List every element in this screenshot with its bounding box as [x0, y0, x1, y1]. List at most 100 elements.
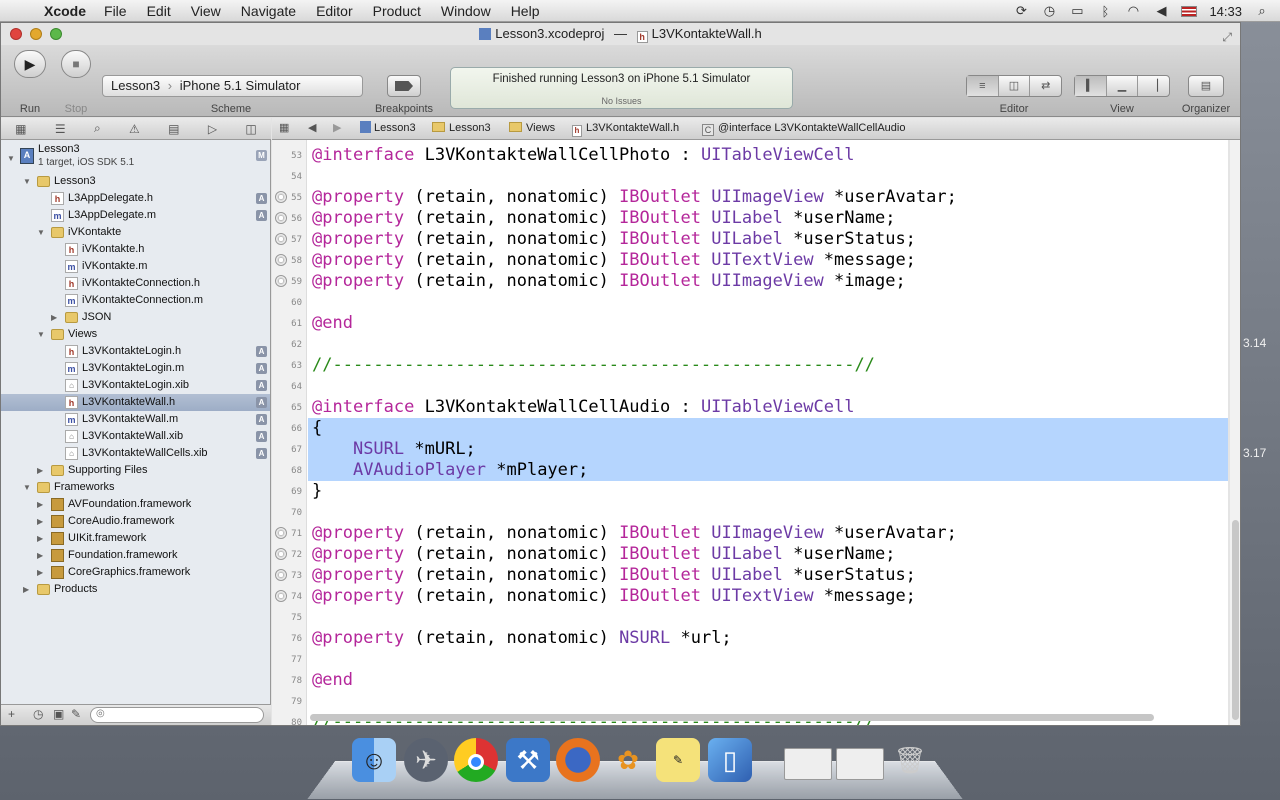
navigator-item[interactable]: ⌂ L3VKontakteWall.xib A: [1, 428, 270, 445]
navigator-item[interactable]: ▶ Foundation.framework: [1, 547, 270, 564]
disclosure-closed-icon[interactable]: ▶: [37, 530, 43, 547]
standard-editor-icon[interactable]: ≡: [967, 76, 999, 96]
disclosure-closed-icon[interactable]: ▶: [37, 462, 43, 479]
code-line-59[interactable]: @property (retain, nonatomic) IBOutlet U…: [312, 271, 906, 292]
chrome-icon[interactable]: [454, 738, 498, 782]
unsaved-files-icon[interactable]: ▣: [53, 707, 64, 721]
navigator-item[interactable]: ▼ Lesson3: [1, 173, 270, 190]
crumb-symbol[interactable]: C @interface L3VKontakteWallCellAudio: [702, 118, 905, 139]
navigator-item[interactable]: ▼ Frameworks: [1, 479, 270, 496]
code-line-53[interactable]: @interface L3VKontakteWallCellPhoto : UI…: [312, 145, 854, 166]
navigator-item[interactable]: ⌂ L3VKontakteLogin.xib A: [1, 377, 270, 394]
outlet-connection-icon[interactable]: [275, 548, 287, 560]
forward-arrow-icon[interactable]: ▶: [333, 118, 341, 139]
disclosure-closed-icon[interactable]: ▶: [37, 513, 43, 530]
disclosure-closed-icon[interactable]: ▶: [37, 564, 43, 581]
disclosure-open-icon[interactable]: ▼: [23, 173, 31, 190]
navigator-item[interactable]: m L3VKontakteWall.m A: [1, 411, 270, 428]
navigator-item[interactable]: m L3AppDelegate.m A: [1, 207, 270, 224]
navigator-item[interactable]: ▶ JSON: [1, 309, 270, 326]
code-line-72[interactable]: @property (retain, nonatomic) IBOutlet U…: [312, 544, 895, 565]
crumb-file[interactable]: h L3VKontakteWall.h: [572, 118, 679, 139]
symbol-navigator-icon[interactable]: ☰: [55, 122, 66, 136]
zoom-window-button[interactable]: [50, 28, 62, 40]
outlet-connection-icon[interactable]: [275, 233, 287, 245]
navigator-item[interactable]: h L3VKontakteWall.h A: [1, 394, 270, 411]
navigator-item[interactable]: h iVKontakte.h: [1, 241, 270, 258]
ios-simulator-icon[interactable]: ▯: [708, 738, 752, 782]
xcode-icon[interactable]: ⚒: [506, 738, 550, 782]
breakpoint-navigator-icon[interactable]: ▷: [208, 122, 217, 136]
firefox-icon[interactable]: [556, 738, 600, 782]
navigator-item[interactable]: ▶ AVFoundation.framework: [1, 496, 270, 513]
breakpoints-button[interactable]: [387, 75, 421, 97]
code-line-63[interactable]: //--------------------------------------…: [312, 355, 875, 376]
back-arrow-icon[interactable]: ◀: [308, 118, 316, 139]
outlet-connection-icon[interactable]: [275, 590, 287, 602]
editor-vertical-scrollbar[interactable]: [1230, 140, 1240, 725]
time-machine-icon[interactable]: ◷: [1041, 3, 1057, 19]
disclosure-closed-icon[interactable]: ▶: [37, 547, 43, 564]
navigator-item[interactable]: h L3VKontakteLogin.h A: [1, 343, 270, 360]
menu-clock[interactable]: 14:33: [1209, 4, 1242, 19]
code-line-71[interactable]: @property (retain, nonatomic) IBOutlet U…: [312, 523, 957, 544]
menu-help[interactable]: Help: [511, 3, 540, 19]
code-line-73[interactable]: @property (retain, nonatomic) IBOutlet U…: [312, 565, 916, 586]
outlet-connection-icon[interactable]: [275, 275, 287, 287]
launchpad-icon[interactable]: ✈: [404, 738, 448, 782]
outlet-connection-icon[interactable]: [275, 254, 287, 266]
scheme-selector[interactable]: Lesson3 › iPhone 5.1 Simulator: [102, 75, 363, 97]
run-button[interactable]: ▶: [14, 50, 46, 78]
stickies-icon[interactable]: ✎: [656, 738, 700, 782]
navigator-item[interactable]: m iVKontakte.m: [1, 258, 270, 275]
trash-icon[interactable]: 🗑: [888, 738, 932, 782]
stop-button[interactable]: ■: [61, 50, 91, 78]
navigator-item[interactable]: ▶ CoreGraphics.framework: [1, 564, 270, 581]
code-line-69[interactable]: }: [312, 481, 322, 502]
code-line-61[interactable]: @end: [312, 313, 353, 334]
navigator-item[interactable]: ▶ CoreAudio.framework: [1, 513, 270, 530]
navigator-item[interactable]: ▶ Products: [1, 581, 270, 598]
flag-icon[interactable]: [1181, 5, 1198, 17]
debug-navigator-icon[interactable]: ▤: [168, 122, 179, 136]
disclosure-closed-icon[interactable]: ▶: [37, 496, 43, 513]
scm-filter-icon[interactable]: ✎: [71, 707, 81, 721]
navigator-item[interactable]: h L3AppDelegate.h A: [1, 190, 270, 207]
minimized-window-1[interactable]: [784, 748, 832, 780]
menu-edit[interactable]: Edit: [147, 3, 171, 19]
disclosure-open-icon[interactable]: ▼: [7, 150, 15, 167]
navigator-toggle-icon[interactable]: ▍: [1075, 76, 1107, 96]
related-items-icon[interactable]: ▦: [279, 118, 289, 139]
disclosure-open-icon[interactable]: ▼: [37, 224, 45, 241]
close-window-button[interactable]: [10, 28, 22, 40]
code-line-67[interactable]: NSURL *mURL;: [312, 439, 476, 460]
spotlight-icon[interactable]: ⌕: [1254, 3, 1270, 19]
add-file-icon[interactable]: +: [8, 707, 15, 721]
code-line-76[interactable]: @property (retain, nonatomic) NSURL *url…: [312, 628, 732, 649]
crumb-project[interactable]: Lesson3: [360, 118, 416, 139]
volume-icon[interactable]: ◀: [1153, 3, 1169, 19]
navigator-item[interactable]: ▶ Supporting Files: [1, 462, 270, 479]
outlet-connection-icon[interactable]: [275, 569, 287, 581]
debug-area-toggle-icon[interactable]: ▁: [1107, 76, 1139, 96]
code-line-58[interactable]: @property (retain, nonatomic) IBOutlet U…: [312, 250, 916, 271]
menu-navigate[interactable]: Navigate: [241, 3, 296, 19]
code-line-56[interactable]: @property (retain, nonatomic) IBOutlet U…: [312, 208, 895, 229]
menu-window[interactable]: Window: [441, 3, 491, 19]
line-number-gutter[interactable]: 53 54 55 56 57 58 59 60 61 62 63 64 65 66 67 68 69 70 71 72…: [272, 140, 307, 725]
disclosure-closed-icon[interactable]: ▶: [23, 581, 29, 598]
finder-icon[interactable]: ☺: [352, 738, 396, 782]
disclosure-closed-icon[interactable]: ▶: [51, 309, 57, 326]
code-line-55[interactable]: @property (retain, nonatomic) IBOutlet U…: [312, 187, 957, 208]
minimized-window-2[interactable]: [836, 748, 884, 780]
code-line-74[interactable]: @property (retain, nonatomic) IBOutlet U…: [312, 586, 916, 607]
navigator-item[interactable]: m iVKontakteConnection.m: [1, 292, 270, 309]
search-navigator-icon[interactable]: ⌕: [94, 121, 101, 136]
navigator-item[interactable]: m L3VKontakteLogin.m A: [1, 360, 270, 377]
outlet-connection-icon[interactable]: [275, 191, 287, 203]
project-navigator-icon[interactable]: ▦: [15, 122, 26, 136]
filter-input[interactable]: ◎: [90, 707, 264, 723]
code-line-68[interactable]: AVAudioPlayer *mPlayer;: [312, 460, 588, 481]
disclosure-open-icon[interactable]: ▼: [37, 326, 45, 343]
code-line-66[interactable]: {: [312, 418, 322, 439]
